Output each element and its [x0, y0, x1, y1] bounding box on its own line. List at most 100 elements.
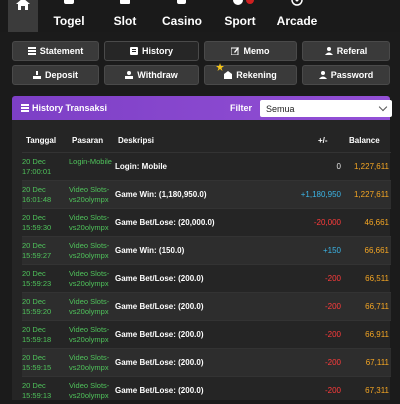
- row-balance: 1,227,611: [354, 190, 389, 199]
- column-pasaran: Pasaran: [72, 136, 104, 145]
- deposit-label: Deposit: [44, 70, 78, 80]
- filter-value: Semua: [266, 103, 295, 114]
- filter-select[interactable]: Semua: [260, 100, 392, 117]
- table-row: 20 Dec 15:59:23 Video Slots-vs20olympx Gam…: [22, 264, 391, 292]
- row-balance: 66,661: [364, 246, 389, 255]
- table-row: 20 Dec 15:59:18 Video Slots-vs20olympx Gam…: [22, 320, 391, 348]
- filter-label: Filter: [230, 103, 253, 113]
- deposit-icon: [32, 71, 41, 79]
- memo-label: Memo: [243, 46, 270, 56]
- row-amount: +150: [322, 246, 341, 255]
- row-description: Game Bet/Lose: (200.0): [115, 274, 204, 283]
- nav-casino[interactable]: Casino: [162, 0, 202, 32]
- withdraw-icon: [125, 71, 134, 79]
- row-description: Game Win: (150.0): [115, 246, 185, 255]
- row-date: 20 Dec 15:59:15: [22, 353, 52, 372]
- table-row: 20 Dec 17:00:01 Login-Mobile Login: Mobile…: [22, 152, 391, 180]
- slot-machine-icon: [120, 0, 130, 4]
- bank-icon: [224, 71, 233, 79]
- row-description: Game Bet/Lose: (200.0): [115, 358, 204, 367]
- password-label: Password: [330, 70, 374, 80]
- row-date: 20 Dec 16:01:48: [22, 185, 52, 204]
- row-description: Game Win: (1,180,950.0): [115, 190, 207, 199]
- row-date: 20 Dec 15:59:20: [22, 297, 52, 316]
- history-panel-header: History Transaksi Filter Semua: [12, 96, 392, 120]
- nav-label-arcade: Arcade: [276, 14, 318, 28]
- table-row: 20 Dec 16:01:48 Video Slots-vs20olympx Gam…: [22, 180, 391, 208]
- row-date: 20 Dec 15:59:30: [22, 213, 52, 232]
- table-row: 20 Dec 15:59:27 Video Slots-vs20olympx Gam…: [22, 236, 391, 264]
- rekening-label: Rekening: [236, 70, 277, 80]
- list-icon: [27, 47, 36, 55]
- row-balance: 66,911: [365, 330, 389, 339]
- referal-label: Referal: [336, 46, 368, 56]
- table-row: 20 Dec 15:59:20 Video Slots-vs20olympx Gam…: [22, 292, 391, 320]
- history-table: Tanggal Pasaran Deskripsi +/- Balance 20…: [12, 120, 391, 400]
- nav-label-slot: Slot: [113, 14, 137, 28]
- row-date: 20 Dec 15:59:18: [22, 325, 52, 344]
- row-amount: 0: [336, 162, 341, 171]
- nav-arcade[interactable]: Arcade: [276, 0, 318, 32]
- column-deskripsi: Deskripsi: [118, 136, 155, 145]
- user-icon: [318, 71, 327, 79]
- row-description: Game Bet/Lose: (20,000.0): [115, 218, 215, 227]
- column-tanggal: Tanggal: [26, 136, 57, 145]
- nav-sport[interactable]: Sport: [222, 0, 258, 32]
- row-amount: -200: [324, 274, 341, 283]
- row-date: 20 Dec 17:00:01: [22, 157, 52, 176]
- row-amount: -200: [324, 358, 341, 367]
- row-balance: 66,511: [365, 274, 389, 283]
- list-icon: [21, 104, 29, 112]
- history-button[interactable]: History: [104, 41, 199, 61]
- row-balance: 67,111: [365, 358, 389, 367]
- row-date: 20 Dec 15:59:27: [22, 241, 52, 260]
- nav-label-sport: Sport: [224, 14, 256, 28]
- memo-button[interactable]: Memo: [204, 41, 297, 61]
- row-amount: -20,000: [313, 218, 341, 227]
- nav-togel[interactable]: Togel: [50, 0, 88, 32]
- lottery-icon: [64, 0, 74, 4]
- row-description: Game Bet/Lose: (200.0): [115, 302, 204, 311]
- row-description: Game Bet/Lose: (200.0): [115, 386, 204, 395]
- panel-title: History Transaksi: [32, 103, 108, 113]
- row-date: 20 Dec 15:59:23: [22, 269, 52, 288]
- row-description: Login: Mobile: [115, 162, 167, 171]
- column-balance: Balance: [349, 136, 380, 145]
- soccer-ball-icon: [233, 0, 254, 5]
- row-amount: -200: [324, 302, 341, 311]
- top-nav: Togel Slot Casino Sport Arcade: [0, 0, 400, 32]
- statement-label: Statement: [39, 46, 84, 56]
- table-header: Tanggal Pasaran Deskripsi +/- Balance: [22, 136, 390, 148]
- row-description: Game Bet/Lose: (200.0): [115, 330, 204, 339]
- chevron-down-icon: [378, 102, 388, 112]
- withdraw-label: Withdraw: [137, 70, 178, 80]
- dice-icon: [177, 0, 186, 4]
- row-balance: 46,661: [364, 218, 389, 227]
- nav-slot[interactable]: Slot: [108, 0, 142, 32]
- password-button[interactable]: Password: [302, 65, 390, 85]
- row-balance: 1,227,611: [354, 162, 389, 171]
- history-icon: [129, 47, 138, 55]
- row-balance: 66,711: [365, 302, 389, 311]
- withdraw-button[interactable]: Withdraw: [104, 65, 199, 85]
- crosshair-icon: [291, 0, 303, 6]
- nav-home[interactable]: [8, 0, 38, 32]
- edit-icon: [231, 47, 240, 55]
- star-icon: [216, 63, 224, 71]
- row-amount: -200: [324, 386, 341, 395]
- statement-button[interactable]: Statement: [12, 41, 99, 61]
- nav-label-togel: Togel: [53, 14, 85, 28]
- history-label: History: [141, 46, 173, 56]
- user-icon: [324, 47, 333, 55]
- deposit-button[interactable]: Deposit: [12, 65, 99, 85]
- table-row: 20 Dec 15:59:30 Video Slots-vs20olympx Gam…: [22, 208, 391, 236]
- column-amount: +/-: [318, 136, 328, 145]
- nav-label-casino: Casino: [162, 14, 203, 28]
- row-balance: 67,311: [365, 386, 389, 395]
- row-amount: +1,180,950: [300, 190, 341, 199]
- home-icon: [16, 0, 30, 10]
- table-row: 20 Dec 15:59:15 Video Slots-vs20olympx Gam…: [22, 348, 391, 376]
- row-amount: -200: [324, 330, 341, 339]
- row-date: 20 Dec 15:59:13: [22, 381, 52, 400]
- referal-button[interactable]: Referal: [302, 41, 390, 61]
